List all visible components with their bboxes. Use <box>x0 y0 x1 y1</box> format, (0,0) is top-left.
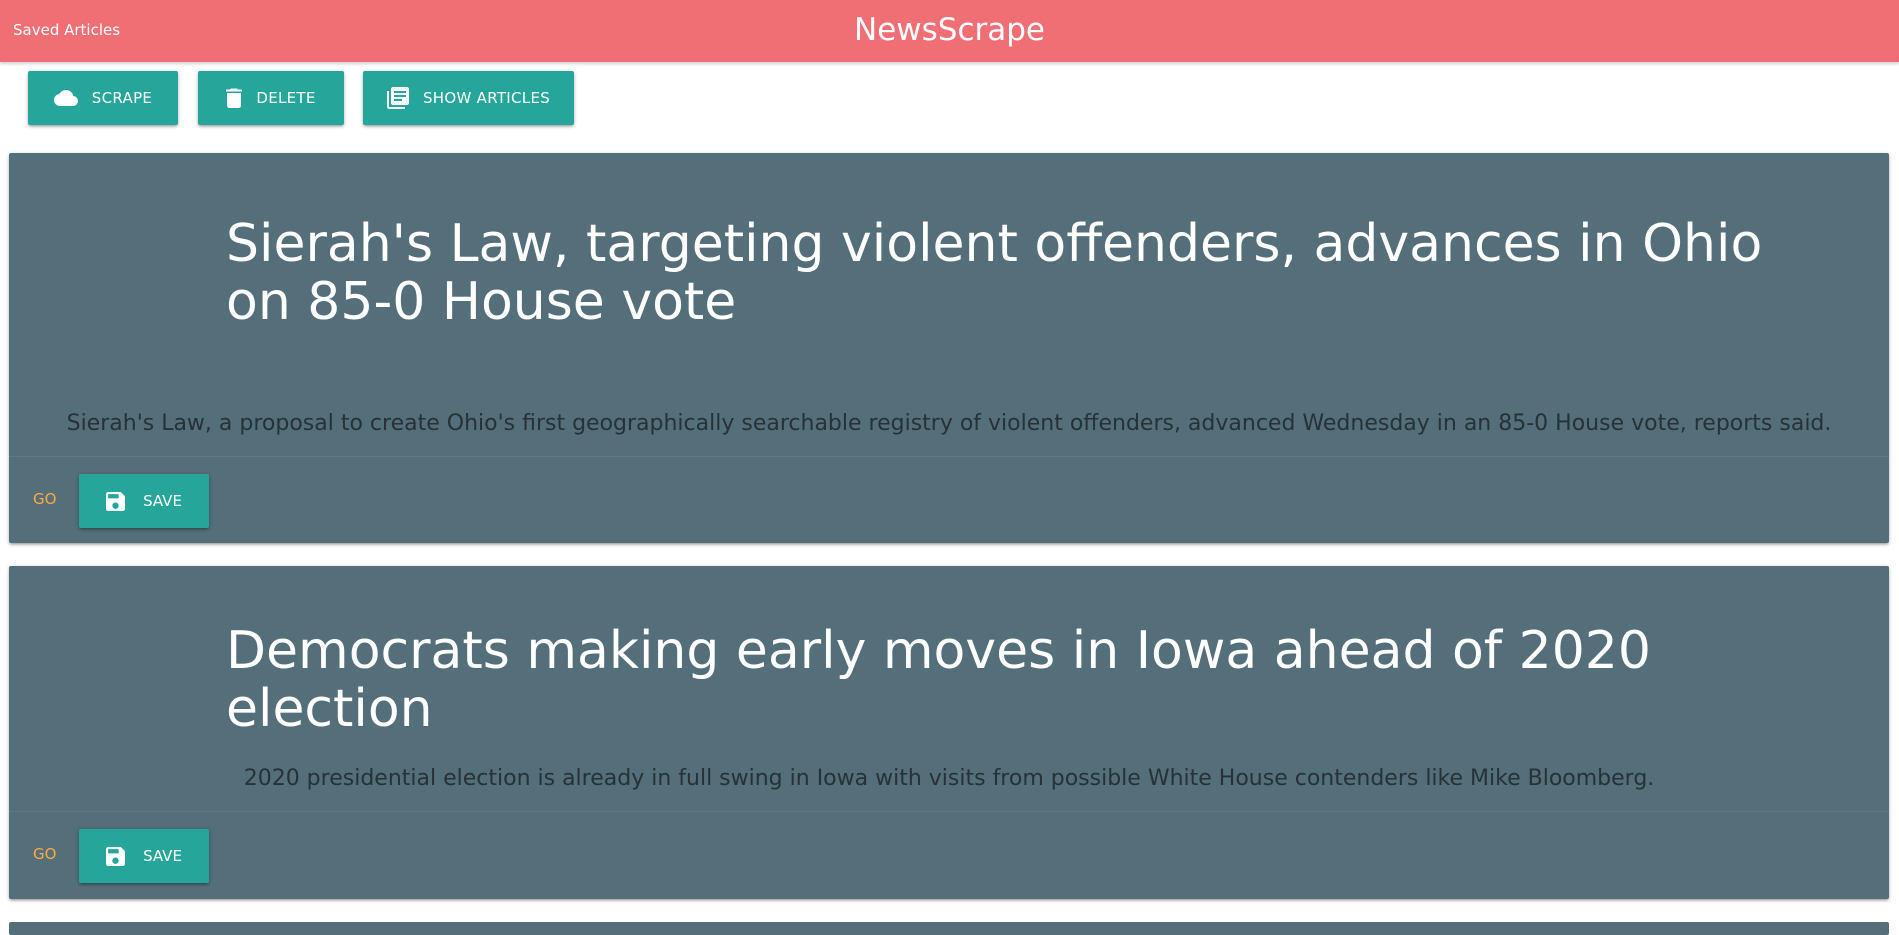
cloud-icon <box>53 89 78 107</box>
brand-logo[interactable]: NewsScrape <box>0 12 1899 48</box>
delete-button[interactable]: DELETE <box>198 71 344 125</box>
trash-icon <box>226 88 243 108</box>
delete-label: DELETE <box>256 89 316 107</box>
show-articles-label: SHOW ARTICLES <box>422 89 551 107</box>
save-label: SAVE <box>143 492 182 510</box>
save-icon <box>106 846 126 866</box>
save-label: SAVE <box>143 847 182 865</box>
scrape-button[interactable]: SCRAPE <box>28 71 178 125</box>
article-summary: Sierah's Law, a proposal to create Ohio'… <box>66 411 1832 436</box>
article-title: Sierah's Law, targeting violent offender… <box>226 214 1763 332</box>
article-card: Democrats making early moves in Iowa ahe… <box>9 566 1889 899</box>
article-title: Democrats making early moves in Iowa ahe… <box>226 621 1651 739</box>
go-link[interactable]: GO <box>33 845 56 863</box>
go-link[interactable]: GO <box>33 490 56 508</box>
card-divider <box>9 456 1889 457</box>
article-card: Sierah's Law, targeting violent offender… <box>9 153 1889 543</box>
scrape-label: SCRAPE <box>91 89 153 107</box>
card-divider <box>9 811 1889 812</box>
show-articles-button[interactable]: SHOW ARTICLES <box>363 71 574 125</box>
save-button[interactable]: SAVE <box>79 829 209 883</box>
library-books-icon <box>386 87 409 109</box>
save-icon <box>106 491 126 511</box>
save-button[interactable]: SAVE <box>79 474 209 528</box>
article-summary: 2020 presidential election is already in… <box>243 766 1655 791</box>
navbar: Saved Articles NewsScrape <box>0 0 1899 62</box>
article-card <box>9 922 1889 935</box>
